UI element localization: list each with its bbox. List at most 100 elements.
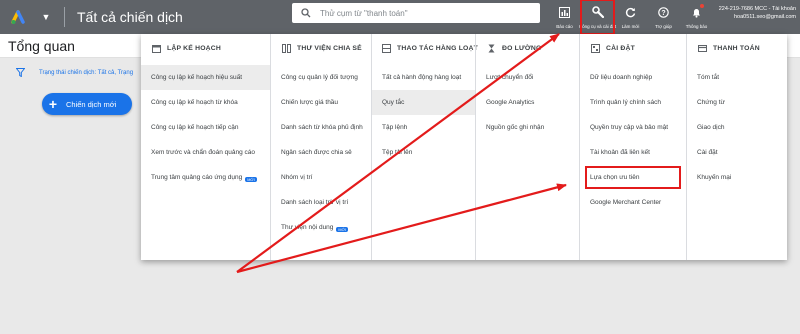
tools-settings-menu: LẬP KẾ HOẠCH Công cụ lập kế hoạch hiệu s… — [141, 34, 787, 260]
column-header-label: THANH TOÁN — [713, 44, 760, 52]
filter-icon[interactable] — [15, 64, 26, 82]
menu-item-placement-exclusion-lists[interactable]: Danh sách loại trừ vị trí — [271, 190, 371, 215]
account-id: 224-219-7686 MCC - Tài khoản — [718, 6, 796, 12]
menu-item-label: Nhóm vị trí — [281, 174, 313, 181]
menu-item-rules[interactable]: Quy tắc — [372, 90, 475, 115]
menu-item-bid-strategies[interactable]: Chiến lược giá thầu — [271, 90, 371, 115]
menu-item-promotions[interactable]: Khuyến mại — [687, 165, 787, 190]
help-icon: ? — [658, 5, 669, 23]
menu-item-label: Tệp tải lên — [382, 149, 413, 156]
menu-item-label: Tài khoản đã liên kết — [590, 149, 650, 156]
column-header: ĐO LƯỜNG — [476, 40, 579, 56]
menu-item-all-bulk-actions[interactable]: Tất cả hành động hàng loạt — [372, 65, 475, 90]
account-switcher-chevron-icon[interactable]: ▼ — [36, 0, 56, 34]
column-header: CÀI ĐẶT — [580, 40, 686, 56]
calendar-icon — [151, 43, 161, 53]
menu-item-label: Công cụ lập kế hoạch tiếp cận — [151, 124, 239, 131]
menu-item-label: Công cụ quản lý đối tượng — [281, 74, 358, 81]
reports-label: Báo cáo — [556, 23, 573, 29]
menu-item-label: Nguồn gốc ghi nhận — [486, 124, 545, 131]
menu-item-performance-planner[interactable]: Công cụ lập kế hoạch hiệu suất — [141, 65, 270, 90]
reports-button[interactable]: Báo cáo — [548, 0, 581, 34]
search-placeholder: Thử cụm từ "thanh toán" — [320, 8, 408, 18]
column-header-label: ĐO LƯỜNG — [502, 44, 542, 52]
help-label: Trợ giúp — [655, 23, 672, 29]
menu-item-label: Dữ liệu doanh nghiệp — [590, 74, 653, 81]
google-ads-logo-icon[interactable] — [6, 4, 32, 30]
tools-wrench-icon — [591, 5, 604, 23]
bulk-actions-icon — [382, 43, 391, 53]
divider — [64, 7, 65, 27]
menu-item-label: Công cụ lập kế hoạch từ khóa — [151, 99, 238, 106]
reports-icon — [559, 5, 570, 23]
measurement-hourglass-icon — [486, 43, 496, 53]
new-campaign-button[interactable]: + Chiến dịch mới — [42, 93, 132, 115]
menu-item-keyword-planner[interactable]: Công cụ lập kế hoạch từ khóa — [141, 90, 270, 115]
menu-item-preferences[interactable]: Lựa chọn ưu tiên — [584, 165, 682, 190]
menu-item-label: Lựa chọn ưu tiên — [590, 174, 640, 181]
menu-item-app-advertising-hub[interactable]: Trung tâm quảng cáo ứng dụng MỚI — [141, 165, 270, 190]
menu-item-conversions[interactable]: Lượt chuyển đổi — [476, 65, 579, 90]
account-email: hoa0511.seo@gmail.com — [733, 14, 796, 20]
search-icon — [296, 8, 316, 18]
top-bar: ▼ Tất cả chiến dịch Thử cụm từ "thanh to… — [0, 0, 800, 35]
menu-item-shared-budgets[interactable]: Ngân sách được chia sẻ — [271, 140, 371, 165]
menu-column-planning: LẬP KẾ HOẠCH Công cụ lập kế hoạch hiệu s… — [141, 34, 270, 260]
menu-item-ad-preview[interactable]: Xem trước và chẩn đoán quảng cáo — [141, 140, 270, 165]
help-button[interactable]: ? Trợ giúp — [647, 0, 680, 34]
menu-item-location-groups[interactable]: Nhóm vị trí — [271, 165, 371, 190]
filter-row[interactable]: Trạng thái chiến dịch: Tất cả, Trạng — [15, 64, 133, 82]
column-header-label: CÀI ĐẶT — [606, 44, 635, 52]
menu-item-uploads[interactable]: Tệp tải lên — [372, 140, 475, 165]
notifications-button[interactable]: Thông báo — [680, 0, 713, 34]
column-header: LẬP KẾ HOẠCH — [141, 40, 270, 56]
menu-item-documents[interactable]: Chứng từ — [687, 90, 787, 115]
menu-item-label: Tập lệnh — [382, 124, 408, 131]
menu-item-label: Khuyến mại — [697, 174, 732, 181]
settings-grid-icon — [590, 43, 600, 53]
menu-item-label: Trung tâm quảng cáo ứng dụng — [151, 174, 243, 181]
notification-bell-icon — [691, 3, 704, 23]
menu-item-label: Quy tắc — [382, 99, 405, 106]
menu-item-transactions[interactable]: Giao dịch — [687, 115, 787, 140]
menu-item-label: Trình quản lý chính sách — [590, 99, 661, 106]
column-header-label: THƯ VIỆN CHIA SẺ — [297, 44, 362, 52]
column-header: THAO TÁC HÀNG LOẠT — [372, 40, 478, 56]
campaign-status-filter[interactable]: Trạng thái chiến dịch: Tất cả, Trạng — [39, 70, 133, 76]
menu-column-bulk-actions: THAO TÁC HÀNG LOẠT Tất cả hành động hàng… — [371, 34, 478, 260]
menu-item-google-merchant-center[interactable]: Google Merchant Center — [580, 190, 686, 215]
campaign-scope-title[interactable]: Tất cả chiến dịch — [77, 9, 183, 25]
menu-item-linked-accounts[interactable]: Tài khoản đã liên kết — [580, 140, 686, 165]
menu-item-label: Tất cả hành động hàng loạt — [382, 74, 462, 81]
menu-column-setup: CÀI ĐẶT Dữ liệu doanh nghiệp Trình quản … — [579, 34, 686, 260]
menu-item-attribution[interactable]: Nguồn gốc ghi nhận — [476, 115, 579, 140]
menu-item-billing-settings[interactable]: Cài đặt — [687, 140, 787, 165]
account-info[interactable]: 224-219-7686 MCC - Tài khoản hoa0511.seo… — [719, 5, 796, 21]
menu-item-label: Danh sách loại trừ vị trí — [281, 199, 349, 206]
menu-item-audience-manager[interactable]: Công cụ quản lý đối tượng — [271, 65, 371, 90]
menu-column-measurement: ĐO LƯỜNG Lượt chuyển đổi Google Analytic… — [475, 34, 579, 260]
menu-item-label: Lượt chuyển đổi — [486, 74, 534, 81]
refresh-button[interactable]: Làm mới — [614, 0, 647, 34]
search-box[interactable]: Thử cụm từ "thanh toán" — [292, 3, 540, 23]
menu-item-negative-keyword-lists[interactable]: Danh sách từ khóa phủ định — [271, 115, 371, 140]
menu-item-summary[interactable]: Tóm tắt — [687, 65, 787, 90]
menu-item-policy-manager[interactable]: Trình quản lý chính sách — [580, 90, 686, 115]
menu-item-google-analytics[interactable]: Google Analytics — [476, 90, 579, 115]
refresh-icon — [625, 5, 636, 23]
menu-column-shared-library: THƯ VIỆN CHIA SẺ Công cụ quản lý đối tượ… — [270, 34, 371, 260]
menu-item-label: Chứng từ — [697, 99, 725, 106]
menu-column-billing: THANH TOÁN Tóm tắt Chứng từ Giao dịch Cà… — [686, 34, 787, 260]
menu-item-label: Công cụ lập kế hoạch hiệu suất — [151, 74, 243, 81]
menu-item-scripts[interactable]: Tập lệnh — [372, 115, 475, 140]
menu-item-label: Ngân sách được chia sẻ — [281, 149, 352, 156]
menu-item-business-data[interactable]: Dữ liệu doanh nghiệp — [580, 65, 686, 90]
menu-item-asset-library[interactable]: Thư viện nội dung MỚI — [271, 215, 371, 240]
column-header: THƯ VIỆN CHIA SẺ — [271, 40, 371, 56]
menu-item-reach-planner[interactable]: Công cụ lập kế hoạch tiếp cận — [141, 115, 270, 140]
menu-item-label: Google Merchant Center — [590, 199, 662, 206]
menu-item-access-and-security[interactable]: Quyền truy cập và bảo mật — [580, 115, 686, 140]
tools-and-settings-button[interactable]: Công cụ và cài đặt — [578, 0, 617, 35]
menu-item-label: Danh sách từ khóa phủ định — [281, 124, 363, 131]
tools-label: Công cụ và cài đặt — [578, 23, 617, 29]
